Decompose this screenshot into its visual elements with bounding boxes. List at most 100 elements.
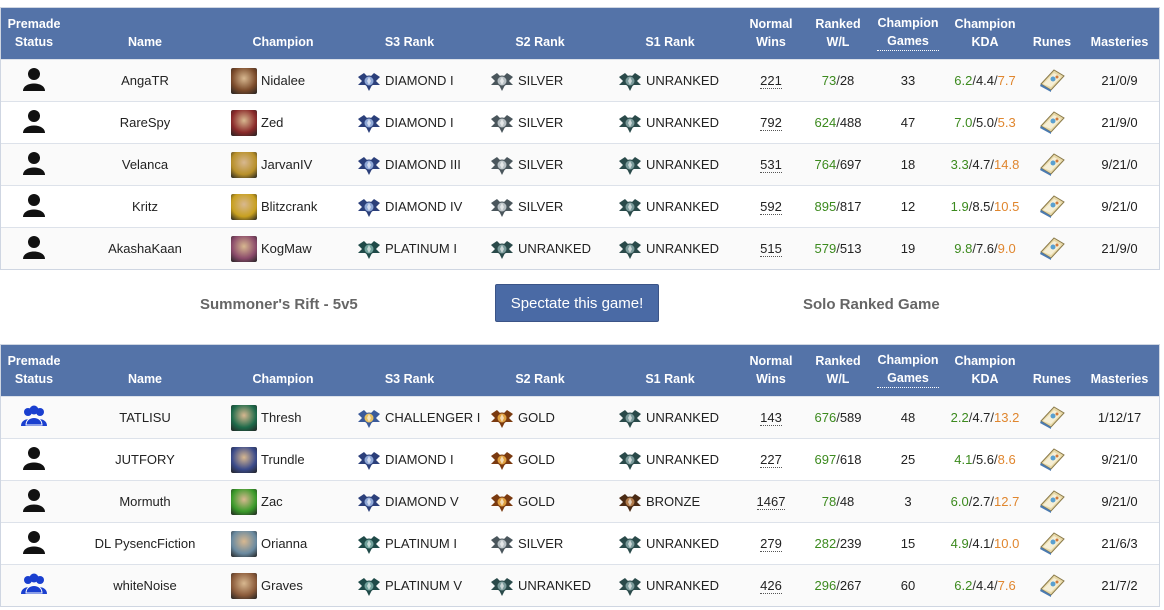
summoner-name[interactable]: whiteNoise	[67, 565, 223, 606]
s2-rank-icon	[490, 574, 514, 598]
s2-rank-icon	[490, 195, 514, 219]
s2-rank-icon	[490, 237, 514, 261]
s2-rank-label: GOLD	[518, 494, 555, 509]
s3-rank-cell: PLATINUM I	[343, 228, 476, 269]
summoner-name[interactable]: DL PysencFiction	[67, 523, 223, 564]
s1-rank-cell: UNRANKED	[604, 565, 736, 606]
summoner-name[interactable]: Velanca	[67, 144, 223, 185]
normal-wins[interactable]: 227	[736, 439, 806, 480]
table-header: Premade Status Name Champion S3 Rank S2 R…	[1, 8, 1159, 59]
normal-wins[interactable]: 143	[736, 397, 806, 438]
masteries[interactable]: 21/9/0	[1080, 228, 1159, 269]
champion-cell[interactable]: Graves	[223, 565, 343, 606]
normal-wins[interactable]: 592	[736, 186, 806, 227]
champion-cell[interactable]: Trundle	[223, 439, 343, 480]
col-normal-wins: Normal Wins	[749, 17, 793, 49]
runes-book-icon[interactable]	[1038, 487, 1066, 516]
masteries[interactable]: 21/7/2	[1080, 565, 1159, 606]
team-blue-table: Premade Status Name Champion S3 Rank S2 R…	[0, 7, 1160, 270]
summoner-name[interactable]: AkashaKaan	[67, 228, 223, 269]
runes-book-icon[interactable]	[1038, 403, 1066, 432]
runes-cell[interactable]	[1024, 397, 1080, 438]
table-row: RareSpy Zed DIAMOND I SILVER UNRANKED 79…	[1, 101, 1159, 143]
masteries[interactable]: 1/12/17	[1080, 397, 1159, 438]
s2-rank-cell: SILVER	[476, 144, 604, 185]
summoner-name[interactable]: AngaTR	[67, 60, 223, 101]
masteries[interactable]: 9/21/0	[1080, 481, 1159, 522]
champion-cell[interactable]: Zac	[223, 481, 343, 522]
runes-cell[interactable]	[1024, 60, 1080, 101]
col-premade-status: Premade Status	[7, 17, 61, 49]
col-runes: Runes	[1032, 35, 1072, 49]
summoner-name[interactable]: TATLISU	[67, 397, 223, 438]
summoner-name[interactable]: Mormuth	[67, 481, 223, 522]
normal-wins[interactable]: 1467	[736, 481, 806, 522]
s3-rank-label: PLATINUM V	[385, 578, 463, 593]
person-icon	[21, 446, 47, 473]
normal-wins[interactable]: 426	[736, 565, 806, 606]
s2-rank-label: UNRANKED	[518, 578, 591, 593]
runes-book-icon[interactable]	[1038, 529, 1066, 558]
runes-book-icon[interactable]	[1038, 445, 1066, 474]
premade-status-cell	[1, 439, 67, 480]
champion-games: 60	[900, 578, 916, 593]
champion-games: 25	[900, 452, 916, 467]
runes-cell[interactable]	[1024, 228, 1080, 269]
s1-rank-icon	[618, 406, 642, 430]
s3-rank-icon	[357, 532, 381, 556]
champion-cell[interactable]: Orianna	[223, 523, 343, 564]
summoner-name[interactable]: RareSpy	[67, 102, 223, 143]
runes-book-icon[interactable]	[1038, 150, 1066, 179]
runes-cell[interactable]	[1024, 144, 1080, 185]
s1-rank-label: UNRANKED	[646, 73, 719, 88]
champion-cell[interactable]: Thresh	[223, 397, 343, 438]
runes-book-icon[interactable]	[1038, 66, 1066, 95]
masteries[interactable]: 9/21/0	[1080, 186, 1159, 227]
champion-cell[interactable]: KogMaw	[223, 228, 343, 269]
champion-cell[interactable]: Zed	[223, 102, 343, 143]
s1-rank-label: BRONZE	[646, 494, 701, 509]
col-champion-games: Champion Games	[870, 345, 946, 396]
s1-rank-icon	[618, 195, 642, 219]
summoner-name[interactable]: JUTFORY	[67, 439, 223, 480]
runes-book-icon[interactable]	[1038, 192, 1066, 221]
runes-book-icon[interactable]	[1038, 571, 1066, 600]
normal-wins[interactable]: 279	[736, 523, 806, 564]
runes-cell[interactable]	[1024, 102, 1080, 143]
champion-cell[interactable]: JarvanIV	[223, 144, 343, 185]
champion-cell[interactable]: Nidalee	[223, 60, 343, 101]
runes-cell[interactable]	[1024, 565, 1080, 606]
champion-name: Zed	[261, 115, 284, 130]
masteries[interactable]: 21/0/9	[1080, 60, 1159, 101]
runes-cell[interactable]	[1024, 186, 1080, 227]
runes-book-icon[interactable]	[1038, 234, 1066, 263]
person-icon	[21, 530, 47, 557]
runes-cell[interactable]	[1024, 523, 1080, 564]
masteries[interactable]: 9/21/0	[1080, 144, 1159, 185]
masteries[interactable]: 21/9/0	[1080, 102, 1159, 143]
runes-cell[interactable]	[1024, 481, 1080, 522]
normal-wins[interactable]: 531	[736, 144, 806, 185]
s1-rank-icon	[618, 532, 642, 556]
s3-rank-cell: DIAMOND I	[343, 102, 476, 143]
masteries[interactable]: 21/6/3	[1080, 523, 1159, 564]
col-name: Name	[127, 35, 163, 49]
normal-wins[interactable]: 515	[736, 228, 806, 269]
normal-wins[interactable]: 792	[736, 102, 806, 143]
s2-rank-cell: SILVER	[476, 60, 604, 101]
summoner-name[interactable]: Kritz	[67, 186, 223, 227]
s1-rank-cell: UNRANKED	[604, 397, 736, 438]
normal-wins[interactable]: 221	[736, 60, 806, 101]
premade-status-cell	[1, 523, 67, 564]
masteries[interactable]: 9/21/0	[1080, 439, 1159, 480]
spectate-button[interactable]: Spectate this game!	[495, 284, 659, 322]
ranked-wl: 579/513	[814, 241, 862, 256]
col-s2-rank: S2 Rank	[515, 372, 565, 386]
runes-cell[interactable]	[1024, 439, 1080, 480]
s2-rank-label: SILVER	[518, 536, 564, 551]
col-ranked-wl: Ranked W/L	[815, 17, 861, 49]
runes-book-icon[interactable]	[1038, 108, 1066, 137]
champion-name: Nidalee	[261, 73, 306, 88]
champion-cell[interactable]: Blitzcrank	[223, 186, 343, 227]
ranked-wl: 73/28	[821, 73, 855, 88]
